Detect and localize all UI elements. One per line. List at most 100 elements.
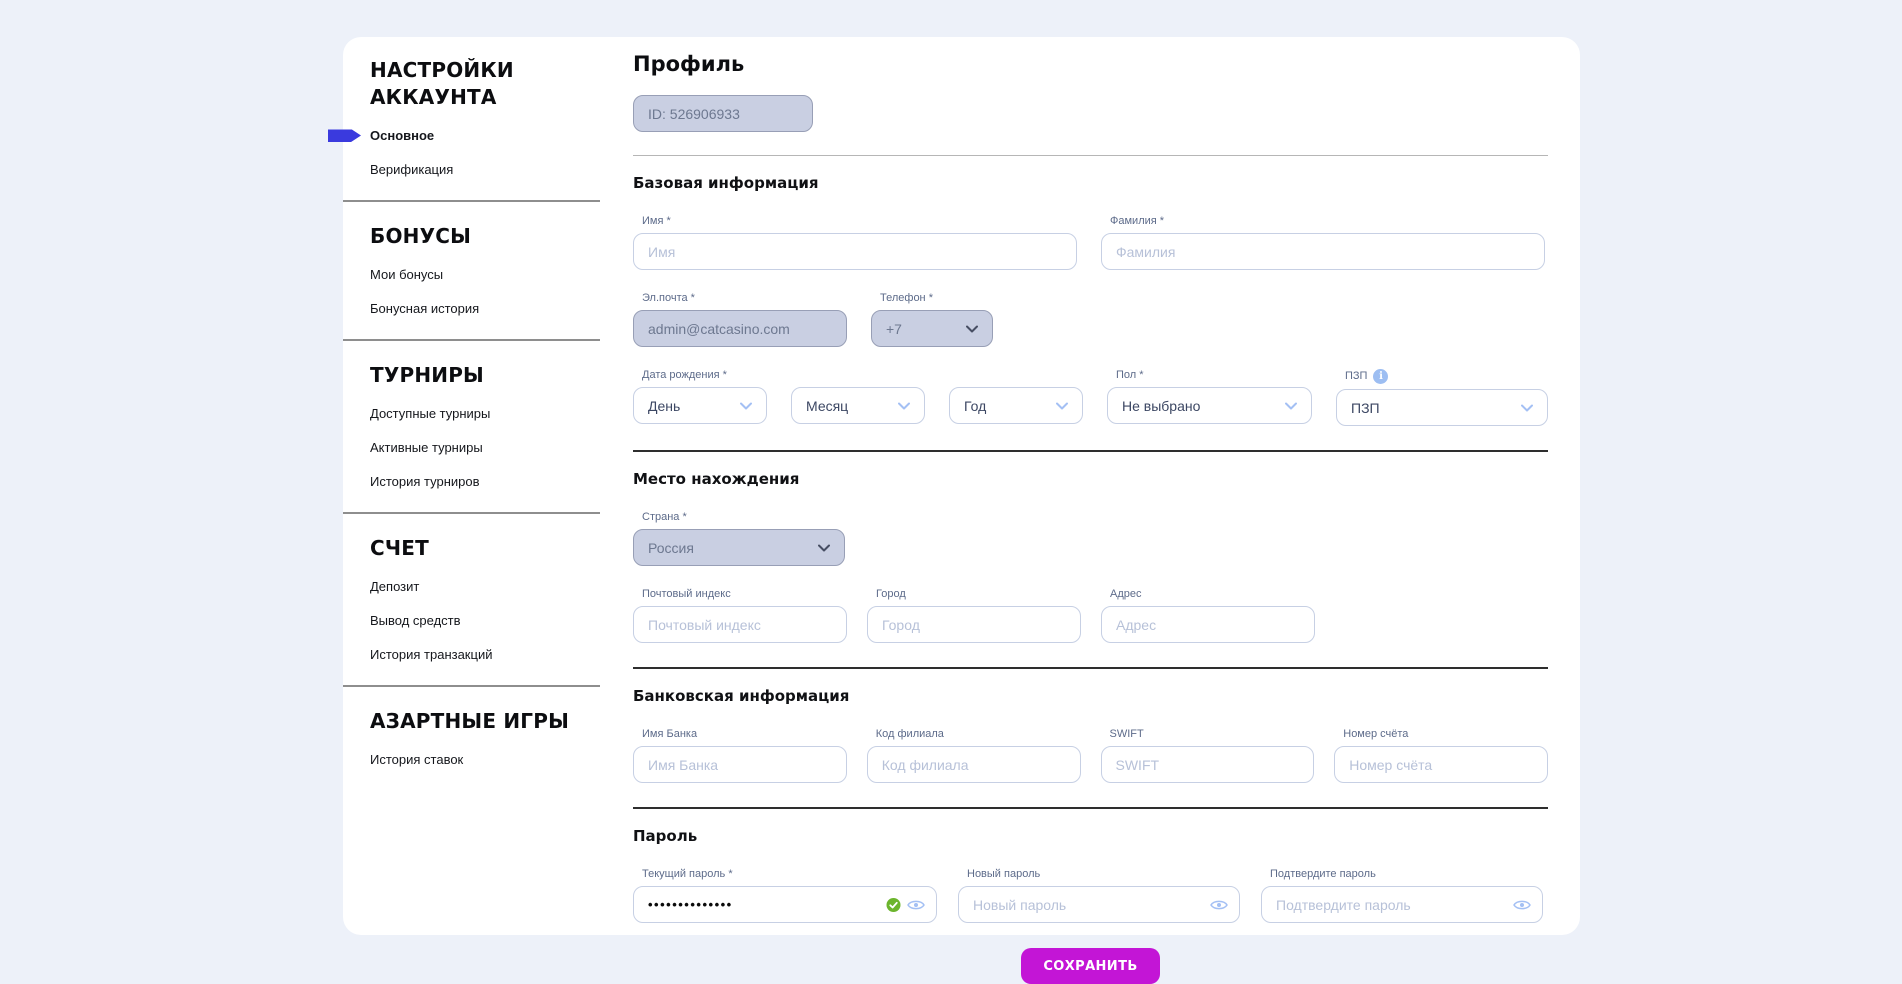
confirm-password-field[interactable] bbox=[1261, 886, 1543, 923]
sidebar-item-withdrawal[interactable]: Вывод средств bbox=[343, 613, 600, 628]
row-birth-gender-pep: Дата рождения * День Месяц bbox=[633, 369, 1548, 426]
sidebar-item-active-tournaments[interactable]: Активные турниры bbox=[343, 440, 600, 455]
gender-label: Пол * bbox=[1116, 369, 1312, 382]
address-label: Адрес bbox=[1110, 588, 1315, 601]
birth-year-group: Год bbox=[949, 369, 1083, 426]
address-group: Адрес bbox=[1101, 588, 1315, 643]
eye-icon[interactable] bbox=[1210, 899, 1228, 911]
country-value: Россия bbox=[648, 540, 694, 556]
first-name-group: Имя * bbox=[633, 215, 1077, 270]
sidebar-item-my-bonuses[interactable]: Мои бонусы bbox=[343, 267, 600, 282]
country-label: Страна * bbox=[642, 511, 845, 524]
sidebar-item-tournament-history[interactable]: История турниров bbox=[343, 474, 600, 489]
city-label: Город bbox=[876, 588, 1081, 601]
account-number-field[interactable] bbox=[1334, 746, 1548, 783]
account-settings-card: НАСТРОЙКИ АККАУНТА Основное Верификация … bbox=[343, 37, 1580, 935]
email-field bbox=[633, 310, 847, 347]
sidebar-divider bbox=[343, 200, 600, 202]
gender-select[interactable]: Не выбрано bbox=[1107, 387, 1312, 424]
info-icon[interactable]: i bbox=[1373, 369, 1388, 384]
country-group: Страна * Россия bbox=[633, 511, 845, 566]
new-password-group: Новый пароль bbox=[958, 868, 1240, 923]
birth-month-select[interactable]: Месяц bbox=[791, 387, 925, 424]
bank-name-field[interactable] bbox=[633, 746, 847, 783]
chevron-down-icon bbox=[966, 325, 978, 333]
pep-label-text: ПЗП bbox=[1345, 370, 1367, 383]
chevron-down-icon bbox=[898, 402, 910, 410]
swift-field[interactable] bbox=[1101, 746, 1315, 783]
branch-code-field[interactable] bbox=[867, 746, 1081, 783]
current-password-label: Текущий пароль * bbox=[642, 868, 937, 881]
save-button[interactable]: СОХРАНИТЬ bbox=[1021, 948, 1159, 984]
confirm-password-group: Подтвердите пароль bbox=[1261, 868, 1543, 923]
pep-label: ПЗП i bbox=[1345, 369, 1548, 384]
sidebar-item-bet-history[interactable]: История ставок bbox=[343, 752, 600, 767]
birth-year-select[interactable]: Год bbox=[949, 387, 1083, 424]
email-group: Эл.почта * bbox=[633, 292, 847, 347]
chevron-down-icon bbox=[1521, 404, 1533, 412]
eye-icon[interactable] bbox=[1513, 899, 1531, 911]
sidebar-item-available-tournaments[interactable]: Доступные турниры bbox=[343, 406, 600, 421]
first-name-field[interactable] bbox=[633, 233, 1077, 270]
sidebar-heading-account-settings: НАСТРОЙКИ АККАУНТА bbox=[343, 57, 600, 111]
sidebar-item-label: История транзакций bbox=[370, 647, 492, 662]
birth-day-select[interactable]: День bbox=[633, 387, 767, 424]
sidebar-item-verification[interactable]: Верификация bbox=[343, 162, 600, 177]
row-password: Текущий пароль * Новый пароль bbox=[633, 868, 1548, 923]
sidebar-item-label: Основное bbox=[370, 128, 434, 143]
profile-main: Профиль Базовая информация Имя * Фамилия… bbox=[600, 37, 1583, 935]
sidebar-item-label: Депозит bbox=[370, 579, 419, 594]
birth-month-group: Месяц bbox=[791, 369, 925, 426]
eye-icon[interactable] bbox=[907, 899, 925, 911]
sidebar-item-label: История турниров bbox=[370, 474, 480, 489]
postal-field[interactable] bbox=[633, 606, 847, 643]
address-field[interactable] bbox=[1101, 606, 1315, 643]
section-divider bbox=[633, 807, 1548, 809]
sidebar-item-bonus-history[interactable]: Бонусная история bbox=[343, 301, 600, 316]
bank-name-group: Имя Банка bbox=[633, 728, 847, 783]
last-name-label: Фамилия * bbox=[1110, 215, 1545, 228]
last-name-field[interactable] bbox=[1101, 233, 1545, 270]
section-divider bbox=[633, 450, 1548, 452]
section-divider bbox=[633, 667, 1548, 669]
section-title-password: Пароль bbox=[633, 827, 1548, 846]
swift-label: SWIFT bbox=[1110, 728, 1315, 741]
birth-date-label: Дата рождения * bbox=[642, 369, 767, 382]
chevron-down-icon bbox=[740, 402, 752, 410]
branch-code-label: Код филиала bbox=[876, 728, 1081, 741]
branch-code-group: Код филиала bbox=[867, 728, 1081, 783]
phone-label: Телефон * bbox=[880, 292, 993, 305]
birth-day-value: День bbox=[648, 398, 680, 414]
chevron-down-icon bbox=[1285, 402, 1297, 410]
sidebar-section-tournaments: ТУРНИРЫ Доступные турниры Активные турни… bbox=[343, 362, 600, 489]
phone-group: Телефон * +7 bbox=[871, 292, 993, 347]
pep-value: ПЗП bbox=[1351, 400, 1380, 416]
user-id-field bbox=[633, 95, 813, 132]
sidebar-divider bbox=[343, 685, 600, 687]
sidebar-item-label: Доступные турниры bbox=[370, 406, 490, 421]
sidebar-item-main[interactable]: Основное bbox=[343, 128, 600, 143]
sidebar-item-deposit[interactable]: Депозит bbox=[343, 579, 600, 594]
last-name-group: Фамилия * bbox=[1101, 215, 1545, 270]
gender-group: Пол * Не выбрано bbox=[1107, 369, 1312, 426]
sidebar-section-account-settings: НАСТРОЙКИ АККАУНТА Основное Верификация bbox=[343, 57, 600, 177]
pep-select[interactable]: ПЗП bbox=[1336, 389, 1548, 426]
section-title-location: Место нахождения bbox=[633, 470, 1548, 489]
section-title-bank-info: Банковская информация bbox=[633, 687, 1548, 706]
sidebar-heading-tournaments: ТУРНИРЫ bbox=[343, 362, 600, 389]
birth-month-value: Месяц bbox=[806, 398, 848, 414]
sidebar-heading-gambling: АЗАРТНЫЕ ИГРЫ bbox=[343, 708, 600, 735]
new-password-field[interactable] bbox=[958, 886, 1240, 923]
sidebar-heading-bonuses: БОНУСЫ bbox=[343, 223, 600, 250]
swift-group: SWIFT bbox=[1101, 728, 1315, 783]
city-field[interactable] bbox=[867, 606, 1081, 643]
sidebar-section-bonuses: БОНУСЫ Мои бонусы Бонусная история bbox=[343, 223, 600, 316]
sidebar-item-transaction-history[interactable]: История транзакций bbox=[343, 647, 600, 662]
postal-label: Почтовый индекс bbox=[642, 588, 847, 601]
email-label: Эл.почта * bbox=[642, 292, 847, 305]
row-country: Страна * Россия bbox=[633, 511, 1548, 566]
active-item-arrow-icon bbox=[328, 129, 361, 142]
first-name-label: Имя * bbox=[642, 215, 1077, 228]
birth-year-label bbox=[958, 369, 1083, 382]
row-contact: Эл.почта * Телефон * +7 bbox=[633, 292, 1548, 347]
